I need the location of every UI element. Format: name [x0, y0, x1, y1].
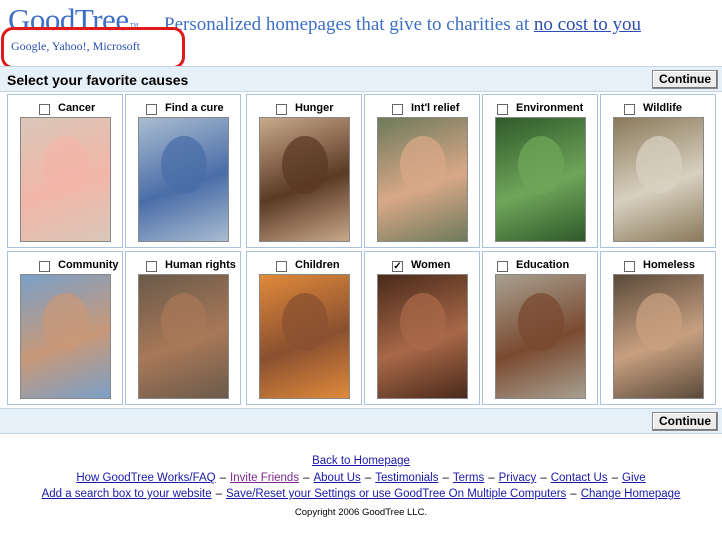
cause-checkbox[interactable]: ✓ — [392, 261, 403, 272]
cause-photo — [259, 117, 350, 242]
cause-card[interactable]: Hunger — [246, 94, 362, 248]
footer-links-row-1: How GoodTree Works/FAQ – Invite Friends – Ab… — [0, 472, 722, 484]
footer-link[interactable]: Testimonials — [375, 472, 438, 484]
cause-photo — [613, 274, 704, 399]
link-separator: – — [219, 472, 227, 484]
cause-photo — [613, 117, 704, 242]
footer-link[interactable]: Invite Friends — [230, 472, 299, 484]
cause-checkbox[interactable] — [146, 104, 157, 115]
footer-link[interactable]: Terms — [453, 472, 484, 484]
cause-card[interactable]: Cancer — [7, 94, 123, 248]
cause-card[interactable]: Community — [7, 251, 123, 405]
continue-button-bottom[interactable]: Continue — [652, 412, 718, 431]
footer-link[interactable]: About Us — [313, 472, 360, 484]
cause-label: Children — [295, 259, 340, 271]
cause-photo — [20, 274, 111, 399]
cause-label: Wildlife — [643, 102, 683, 114]
photo-subject — [518, 136, 564, 194]
tagline: Personalized homepages that give to char… — [164, 14, 641, 36]
select-causes-title: Select your favorite causes — [7, 72, 189, 88]
cause-label: Education — [516, 259, 570, 271]
photo-subject — [43, 293, 89, 351]
causes-header-bar: Select your favorite causes Continue — [0, 66, 722, 92]
cause-card[interactable]: Int'l relief — [364, 94, 480, 248]
cause-photo — [20, 117, 111, 242]
photo-subject — [518, 293, 564, 351]
link-separator: – — [215, 488, 223, 500]
cause-photo — [495, 274, 586, 399]
cause-photo — [259, 274, 350, 399]
photo-subject — [636, 136, 682, 194]
photo-subject — [161, 136, 207, 194]
red-annotation-circle — [1, 27, 185, 69]
footer-link[interactable]: Privacy — [499, 472, 537, 484]
cause-photo — [495, 117, 586, 242]
cause-card[interactable]: Human rights — [125, 251, 241, 405]
cause-label: Community — [58, 259, 119, 271]
continue-button-top[interactable]: Continue — [652, 70, 718, 89]
cause-checkbox[interactable] — [392, 104, 403, 115]
cause-label: Cancer — [58, 102, 96, 114]
footer-link[interactable]: Add a search box to your website — [42, 488, 212, 500]
photo-subject — [400, 293, 446, 351]
cause-label: Hunger — [295, 102, 334, 114]
copyright-text: Copyright 2006 GoodTree LLC. — [294, 507, 428, 518]
footer-link[interactable]: Give — [622, 472, 646, 484]
footer-link[interactable]: Contact Us — [551, 472, 608, 484]
cause-card[interactable]: ✓ Women — [364, 251, 480, 405]
cause-checkbox[interactable] — [497, 104, 508, 115]
cause-label: Homeless — [643, 259, 695, 271]
causes-footer-bar: Continue — [0, 408, 722, 434]
header: GoodTree™ Personalized homepages that gi… — [0, 0, 722, 69]
footer-link[interactable]: Change Homepage — [581, 488, 681, 500]
footer-link[interactable]: Save/Reset your Settings or use GoodTree… — [226, 488, 566, 500]
link-separator: – — [442, 472, 449, 484]
cause-card[interactable]: Education — [482, 251, 598, 405]
link-separator: – — [303, 472, 310, 484]
cause-card[interactable]: Wildlife — [600, 94, 716, 248]
cause-card[interactable]: Find a cure — [125, 94, 241, 248]
cause-photo — [377, 274, 468, 399]
cause-checkbox[interactable] — [276, 104, 287, 115]
footer-links-row-2: Add a search box to your website – Save/Re… — [0, 488, 722, 500]
cause-card[interactable]: Homeless — [600, 251, 716, 405]
cause-label: Int'l relief — [411, 102, 460, 114]
footer-link[interactable]: How GoodTree Works/FAQ — [76, 472, 215, 484]
photo-subject — [43, 136, 89, 194]
cause-checkbox[interactable] — [276, 261, 287, 272]
link-separator: – — [540, 472, 547, 484]
back-to-homepage-link[interactable]: Back to Homepage — [312, 455, 410, 467]
cause-checkbox[interactable] — [146, 261, 157, 272]
cause-checkbox[interactable] — [624, 104, 635, 115]
photo-subject — [636, 293, 682, 351]
photo-subject — [161, 293, 207, 351]
link-separator: – — [488, 472, 495, 484]
no-cost-link[interactable]: no cost to you — [534, 14, 641, 35]
cause-label: Women — [411, 259, 451, 271]
photo-subject — [282, 136, 328, 194]
cause-label: Find a cure — [165, 102, 224, 114]
cause-checkbox[interactable] — [497, 261, 508, 272]
cause-photo — [377, 117, 468, 242]
photo-subject — [282, 293, 328, 351]
cause-photo — [138, 117, 229, 242]
link-separator: – — [611, 472, 619, 484]
cause-label: Human rights — [165, 259, 236, 271]
photo-subject — [400, 136, 446, 194]
cause-card[interactable]: Children — [246, 251, 362, 405]
link-separator: – — [570, 488, 577, 500]
cause-label: Environment — [516, 102, 584, 114]
tagline-text: Personalized homepages that give to char… — [164, 14, 534, 35]
link-separator: – — [364, 472, 372, 484]
cause-photo — [138, 274, 229, 399]
cause-checkbox[interactable] — [39, 104, 50, 115]
cause-checkbox[interactable] — [39, 261, 50, 272]
cause-card[interactable]: Environment — [482, 94, 598, 248]
cause-checkbox[interactable] — [624, 261, 635, 272]
